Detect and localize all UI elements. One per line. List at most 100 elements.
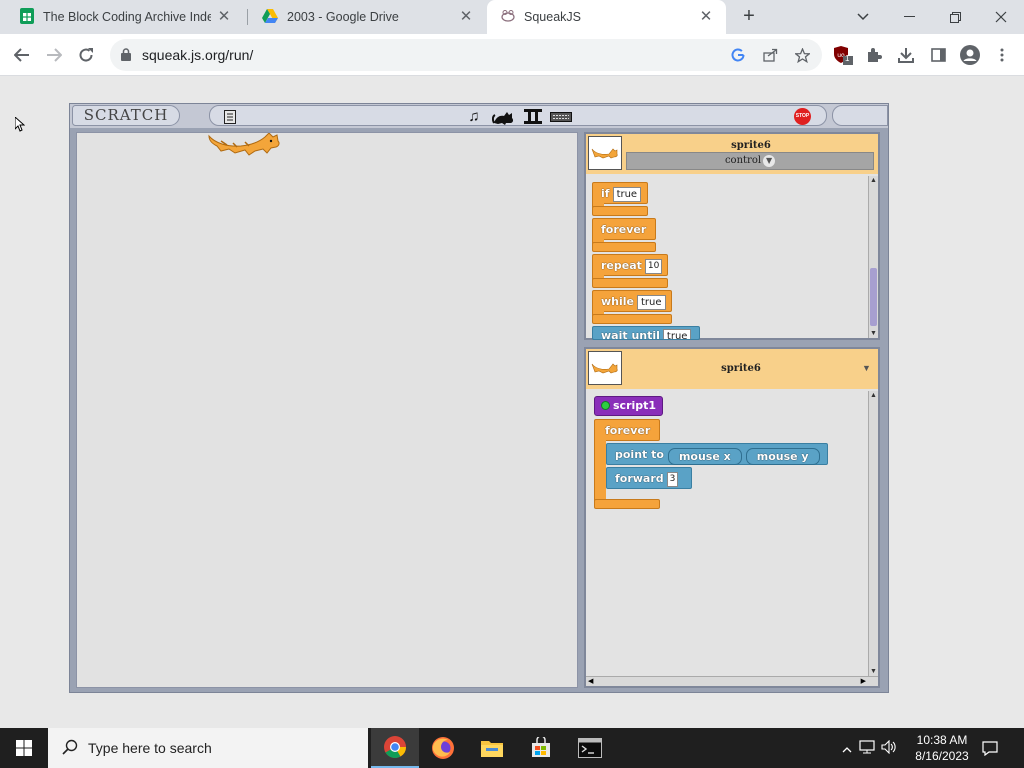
notifications-icon[interactable] xyxy=(982,728,1000,768)
category-dropdown[interactable]: control ▼ xyxy=(626,152,874,170)
scratch-window: SCRATCH ♫ STOP sprite6 control ▼ if true… xyxy=(69,103,889,693)
tab-search-chevron-icon[interactable] xyxy=(840,0,886,34)
taskbar-firefox-icon[interactable] xyxy=(419,728,467,768)
block-wait-until-arg[interactable]: true xyxy=(662,329,692,339)
scroll-up-icon[interactable]: ▲ xyxy=(869,176,878,185)
tab-block-coding-archive[interactable]: The Block Coding Archive Index ✕ xyxy=(6,0,244,34)
scratch-menu-bar-right xyxy=(832,105,888,126)
taskbar-file-explorer-icon[interactable] xyxy=(468,728,516,768)
scripts-horizontal-scrollbar[interactable]: ◀ ▶ xyxy=(586,676,878,686)
block-while[interactable]: while true xyxy=(592,290,672,324)
restore-button[interactable] xyxy=(932,0,978,34)
file-menu-icon[interactable] xyxy=(222,108,238,125)
browser-toolbar: squeak.js.org/run/ uo 1 xyxy=(0,34,1024,76)
tab-google-drive[interactable]: 2003 - Google Drive ✕ xyxy=(248,0,486,34)
ublock-extension-icon[interactable]: uo 1 xyxy=(832,44,854,66)
forever-loop-label: forever xyxy=(605,424,651,437)
cat-sprite-icon[interactable] xyxy=(491,108,517,125)
tray-chevron-up-icon[interactable] xyxy=(838,741,856,756)
block-wait-until[interactable]: wait until true xyxy=(592,326,700,340)
close-tab-icon[interactable]: ✕ xyxy=(698,9,714,25)
mouse-cursor-icon xyxy=(14,115,26,137)
drive-icon xyxy=(262,8,278,26)
forward-button[interactable] xyxy=(40,41,68,69)
scratch-logo: SCRATCH xyxy=(72,105,180,126)
lock-icon[interactable] xyxy=(121,48,131,66)
block-if-arg[interactable]: true xyxy=(612,187,642,202)
side-panel-icon[interactable] xyxy=(927,44,949,66)
system-tray xyxy=(838,728,900,768)
tab-title: The Block Coding Archive Index xyxy=(43,10,211,24)
scripts-vertical-scrollbar[interactable]: ▲ ▼ xyxy=(868,391,878,676)
volume-icon[interactable] xyxy=(878,739,900,757)
music-note-icon[interactable]: ♫ xyxy=(466,108,482,125)
point-to-label: point to xyxy=(615,448,664,461)
profile-avatar-icon[interactable] xyxy=(959,44,981,66)
search-placeholder: Type here to search xyxy=(88,740,212,756)
reporter-mouse-y[interactable]: mouse y xyxy=(745,448,820,465)
back-button[interactable] xyxy=(8,41,36,69)
forward-arg[interactable]: 3 xyxy=(666,472,679,487)
block-while-arg[interactable]: true xyxy=(637,295,666,310)
close-tab-icon[interactable]: ✕ xyxy=(458,9,474,25)
block-forever[interactable]: forever xyxy=(592,218,658,252)
start-button[interactable] xyxy=(0,728,48,768)
block-point-to[interactable]: point to mouse x mouse y xyxy=(606,443,828,465)
downloads-icon[interactable] xyxy=(895,44,917,66)
scroll-down-icon[interactable]: ▼ xyxy=(869,329,878,338)
reload-button[interactable] xyxy=(72,41,100,69)
block-forever-label: forever xyxy=(601,223,647,236)
taskbar-chrome-icon[interactable] xyxy=(371,728,419,768)
keyboard-icon[interactable] xyxy=(549,108,573,125)
taskbar-terminal-icon[interactable] xyxy=(566,728,614,768)
palette-scrollbar[interactable]: ▲ ▼ xyxy=(868,176,878,338)
network-icon[interactable] xyxy=(856,739,878,757)
block-forever-loop[interactable]: forever point to mouse x mouse y forward 3 xyxy=(594,419,840,509)
tab-title: 2003 - Google Drive xyxy=(287,10,399,24)
cat-sprite[interactable] xyxy=(205,132,281,162)
hat-block-label: script1 xyxy=(613,399,657,412)
scroll-left-icon[interactable]: ◀ xyxy=(588,677,593,686)
block-repeat-arg[interactable]: 10 xyxy=(644,259,663,274)
scroll-down-icon[interactable]: ▼ xyxy=(869,667,878,676)
minimize-button[interactable] xyxy=(886,0,932,34)
clock-date: 8/16/2023 xyxy=(915,749,969,763)
menu-kebab-icon[interactable] xyxy=(991,44,1013,66)
grow-tool-icon[interactable] xyxy=(523,108,543,125)
dropdown-arrow-icon: ▼ xyxy=(763,154,776,167)
google-translate-icon[interactable] xyxy=(729,46,747,64)
scrollbar-thumb[interactable] xyxy=(870,268,877,326)
scroll-up-icon[interactable]: ▲ xyxy=(869,391,878,400)
taskbar-clock[interactable]: 10:38 AM 8/16/2023 xyxy=(904,732,980,764)
close-window-button[interactable] xyxy=(978,0,1024,34)
green-flag-icon xyxy=(601,401,610,410)
scratch-menu-bar: ♫ STOP xyxy=(209,105,827,126)
block-forward[interactable]: forward 3 xyxy=(606,467,692,489)
stop-button[interactable]: STOP xyxy=(794,108,811,125)
sprite-thumbnail[interactable] xyxy=(588,136,622,170)
tab-squeakjs[interactable]: SqueakJS ✕ xyxy=(487,0,726,34)
block-if[interactable]: if true xyxy=(592,182,652,216)
sprite-menu-arrow-icon[interactable]: ▼ xyxy=(862,363,871,373)
scratch-top-bar: SCRATCH ♫ STOP xyxy=(70,104,888,128)
taskbar-search-box[interactable]: Type here to search xyxy=(48,728,368,768)
block-while-label: while xyxy=(601,295,634,308)
search-icon xyxy=(62,739,78,758)
scroll-right-icon[interactable]: ▶ xyxy=(861,677,866,686)
reporter-mouse-x[interactable]: mouse x xyxy=(667,448,742,465)
category-label: control xyxy=(724,155,762,166)
taskbar-microsoft-store-icon[interactable] xyxy=(517,728,565,768)
palette-sprite-name: sprite6 xyxy=(731,140,771,151)
new-tab-button[interactable]: + xyxy=(737,5,761,29)
extensions-puzzle-icon[interactable] xyxy=(863,44,885,66)
close-tab-icon[interactable]: ✕ xyxy=(216,9,232,25)
stage[interactable] xyxy=(76,132,578,688)
tab-strip: The Block Coding Archive Index ✕ 2003 - … xyxy=(0,0,1024,34)
address-bar[interactable]: squeak.js.org/run/ xyxy=(110,39,822,71)
share-icon[interactable] xyxy=(761,46,779,64)
block-repeat[interactable]: repeat 10 xyxy=(592,254,668,288)
sprite-thumbnail[interactable] xyxy=(588,351,622,385)
block-wait-until-label: wait until xyxy=(601,329,660,340)
bookmark-star-icon[interactable] xyxy=(793,46,811,64)
hat-block-script1[interactable]: script1 xyxy=(594,396,664,416)
